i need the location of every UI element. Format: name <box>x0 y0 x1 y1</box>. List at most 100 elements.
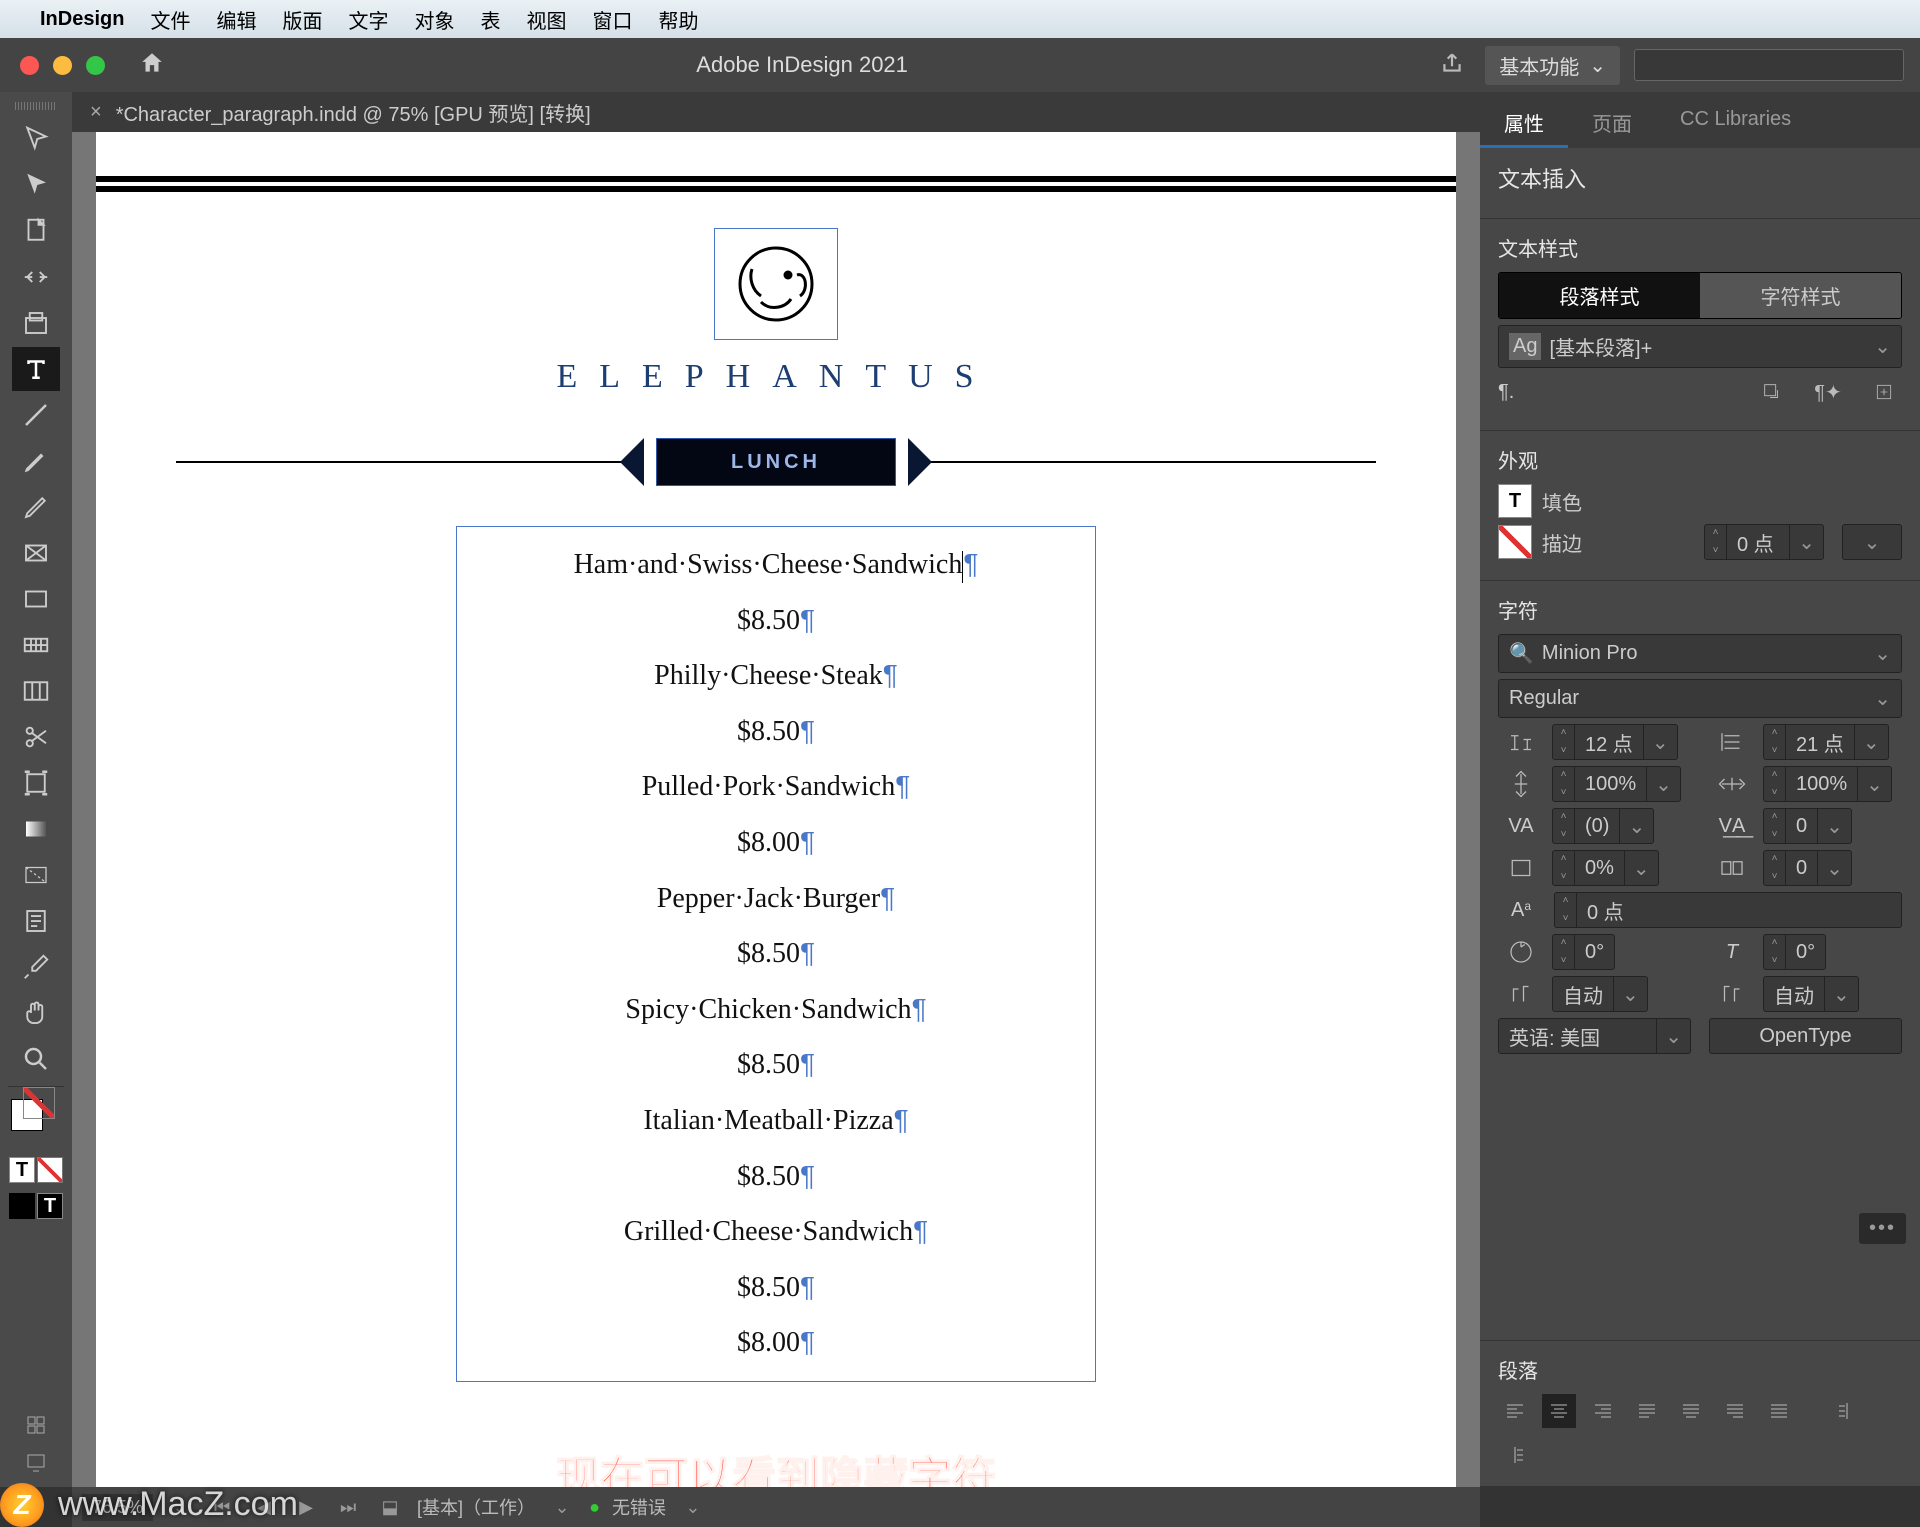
mojikumi-after-input[interactable]: 自动⌄ <box>1763 976 1859 1012</box>
format-text-stroke[interactable] <box>37 1157 63 1183</box>
align-left-icon[interactable] <box>1498 1394 1532 1428</box>
tracking-input[interactable]: ˄˅0⌄ <box>1763 808 1852 844</box>
justify-right-icon[interactable] <box>1718 1394 1752 1428</box>
type-tool[interactable] <box>12 347 60 391</box>
last-page-icon[interactable]: ⏭ <box>333 1497 363 1518</box>
scissors-tool[interactable] <box>12 715 60 759</box>
share-icon[interactable] <box>1439 50 1465 81</box>
apply-none[interactable]: T <box>37 1193 63 1219</box>
align-toward-spine-icon[interactable] <box>1830 1394 1864 1428</box>
tab-properties[interactable]: 属性 <box>1480 92 1568 148</box>
gradient-swatch-tool[interactable] <box>12 807 60 851</box>
align-away-spine-icon[interactable] <box>1498 1438 1532 1472</box>
tab-pages[interactable]: 页面 <box>1568 92 1656 148</box>
stroke-swatch-panel[interactable] <box>1498 525 1532 559</box>
workspace-selector[interactable]: 基本功能 ⌄ <box>1485 46 1620 85</box>
opentype-button[interactable]: OpenType <box>1709 1018 1902 1054</box>
new-style-icon[interactable] <box>1754 374 1790 410</box>
leading-input[interactable]: ˄˅21 点⌄ <box>1763 724 1889 760</box>
justify-left-icon[interactable] <box>1630 1394 1664 1428</box>
paragraph-style-seg[interactable]: 段落样式 <box>1499 273 1700 318</box>
window-minimize-button[interactable] <box>53 56 72 75</box>
menu-text-frame[interactable]: Ham·and·Swiss·Cheese·Sandwich¶$8.50¶Phil… <box>456 526 1096 1382</box>
vertical-scale-input[interactable]: ˄˅100%⌄ <box>1552 766 1681 802</box>
home-icon[interactable] <box>139 50 165 81</box>
work-label[interactable]: [基本]（工作） <box>417 1494 535 1520</box>
paragraph-style-dropdown[interactable]: Ag [基本段落]+ ⌄ <box>1498 325 1902 368</box>
line-tool[interactable] <box>12 393 60 437</box>
menubar-app[interactable]: InDesign <box>40 8 124 31</box>
stroke-type-dropdown[interactable]: ⌄ <box>1842 524 1902 560</box>
style-type-segment[interactable]: 段落样式 字符样式 <box>1498 272 1902 319</box>
free-transform-tool[interactable] <box>12 761 60 805</box>
selection-tool[interactable] <box>12 117 60 161</box>
document-canvas[interactable]: ELEPHANTUS LUNCH Ham·and·Swiss·Cheese·Sa… <box>72 132 1480 1487</box>
chevron-down-icon[interactable]: ⌄ <box>547 1497 577 1518</box>
panel-grip[interactable] <box>15 102 57 110</box>
align-right-icon[interactable] <box>1586 1394 1620 1428</box>
chevron-down-icon[interactable]: ⌄ <box>678 1497 708 1518</box>
menu-layout[interactable]: 版面 <box>282 5 322 34</box>
view-mode-icon[interactable] <box>24 1413 48 1442</box>
menu-object[interactable]: 对象 <box>414 5 454 34</box>
content-collector-tool[interactable] <box>12 301 60 345</box>
apply-color[interactable] <box>9 1193 35 1219</box>
character-style-seg[interactable]: 字符样式 <box>1700 273 1901 318</box>
page-tool[interactable] <box>12 209 60 253</box>
add-style-icon[interactable] <box>1866 374 1902 410</box>
screen-mode-icon[interactable] <box>24 1450 48 1479</box>
page-popup-icon[interactable]: ⬓ <box>375 1497 405 1518</box>
tab-cclibraries[interactable]: CC Libraries <box>1656 92 1815 148</box>
window-close-button[interactable] <box>20 56 39 75</box>
horizontal-scale-input[interactable]: ˄˅100%⌄ <box>1763 766 1892 802</box>
stroke-label: 描边 <box>1542 528 1582 557</box>
note-tool[interactable] <box>12 899 60 943</box>
menu-type[interactable]: 文字 <box>348 5 388 34</box>
hand-tool[interactable] <box>12 991 60 1035</box>
pilcrow-icon[interactable]: ¶. <box>1498 381 1514 404</box>
justify-all-icon[interactable] <box>1762 1394 1796 1428</box>
stroke-weight-input[interactable]: ˄˅0 点⌄ <box>1704 524 1824 560</box>
skew-input[interactable]: ˄˅0° <box>1763 934 1826 970</box>
table-row-tool[interactable] <box>12 623 60 667</box>
fill-swatch-panel[interactable]: T <box>1498 484 1532 518</box>
close-tab-icon[interactable]: × <box>90 101 102 124</box>
pen-tool[interactable] <box>12 439 60 483</box>
zoom-tool[interactable] <box>12 1037 60 1081</box>
menu-table[interactable]: 表 <box>480 5 500 34</box>
mojikumi-before-input[interactable]: 自动⌄ <box>1552 976 1648 1012</box>
kerning-input[interactable]: ˄˅(0)⌄ <box>1552 808 1654 844</box>
eyedropper-tool[interactable] <box>12 945 60 989</box>
window-zoom-button[interactable] <box>86 56 105 75</box>
table-column-tool[interactable] <box>12 669 60 713</box>
justify-center-icon[interactable] <box>1674 1394 1708 1428</box>
more-options-button[interactable]: ••• <box>1859 1213 1906 1244</box>
baseline-input[interactable]: ˄˅0%⌄ <box>1552 850 1659 886</box>
preflight-label[interactable]: 无错误 <box>612 1494 666 1520</box>
clear-overrides-icon[interactable]: ¶✦ <box>1810 374 1846 410</box>
font-weight-dropdown[interactable]: Regular⌄ <box>1498 679 1902 718</box>
char-rotation-input[interactable]: ˄˅0° <box>1552 934 1615 970</box>
align-center-icon[interactable] <box>1542 1394 1576 1428</box>
stroke-swatch[interactable] <box>23 1087 55 1119</box>
rectangle-frame-tool[interactable] <box>12 531 60 575</box>
menu-window[interactable]: 窗口 <box>592 5 632 34</box>
tsume-input[interactable]: ˄˅0⌄ <box>1763 850 1852 886</box>
menu-file[interactable]: 文件 <box>150 5 190 34</box>
language-dropdown[interactable]: 英语: 美国⌄ <box>1498 1018 1691 1054</box>
direct-selection-tool[interactable] <box>12 163 60 207</box>
menu-edit[interactable]: 编辑 <box>216 5 256 34</box>
rectangle-tool[interactable] <box>12 577 60 621</box>
gradient-feather-tool[interactable] <box>12 853 60 897</box>
format-text-fill[interactable]: T <box>9 1157 35 1183</box>
font-size-input[interactable]: ˄˅12 点⌄ <box>1552 724 1678 760</box>
search-input[interactable] <box>1634 49 1904 81</box>
menu-help[interactable]: 帮助 <box>658 5 698 34</box>
fill-stroke-swatches[interactable] <box>11 1091 61 1141</box>
baseline-shift-input[interactable]: ˄˅0 点 <box>1554 892 1902 928</box>
menu-view[interactable]: 视图 <box>526 5 566 34</box>
font-family-dropdown[interactable]: 🔍Minion Pro⌄ <box>1498 634 1902 673</box>
document-tab[interactable]: × *Character_paragraph.indd @ 75% [GPU 预… <box>72 98 609 127</box>
pencil-tool[interactable] <box>12 485 60 529</box>
gap-tool[interactable] <box>12 255 60 299</box>
